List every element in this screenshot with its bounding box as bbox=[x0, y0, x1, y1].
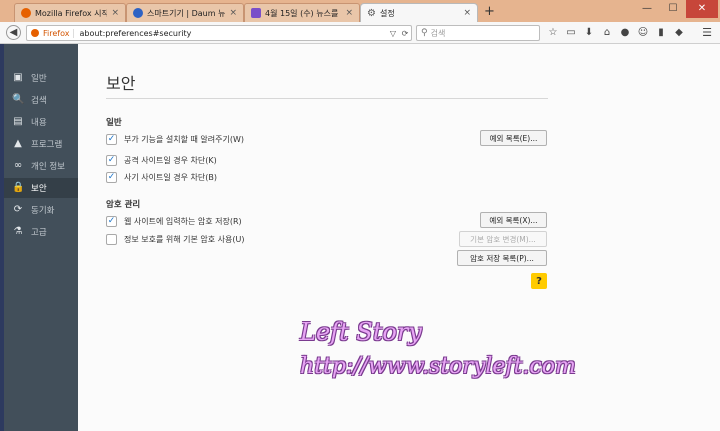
applications-icon: ▲ bbox=[14, 138, 22, 149]
watermark-title: Left Story bbox=[300, 318, 422, 346]
sidebar-item-security[interactable]: 🔒 보안 bbox=[4, 178, 78, 198]
smiley-icon[interactable]: ☺ bbox=[636, 26, 650, 40]
sync-icon: ⟳ bbox=[13, 204, 23, 215]
gear-icon: ⚙ bbox=[367, 7, 376, 19]
search-icon: 🔍 bbox=[12, 94, 25, 105]
option-label: 웹 사이트에 입력하는 암호 저장(R) bbox=[124, 217, 242, 226]
watermark: Left Story http://www.storyleft.com bbox=[300, 318, 640, 387]
option-addon-install-warning[interactable]: ✓ 부가 기능을 설치할 때 알려주기(W) bbox=[106, 133, 244, 146]
minimize-button[interactable]: — bbox=[634, 0, 660, 18]
page-title: 보안 bbox=[106, 74, 136, 93]
sidebar-item-label: 검색 bbox=[31, 96, 47, 106]
sidebar-top bbox=[4, 44, 78, 60]
daum-favicon-icon bbox=[133, 8, 143, 18]
tab-daum[interactable]: 스마트기기 | Daum 뉴리엔 × bbox=[126, 3, 244, 22]
option-label: 사기 사이트일 경우 차단(B) bbox=[124, 173, 217, 182]
url-bar[interactable]: Firefox about:preferences#security ▽ ⟳ bbox=[26, 25, 412, 41]
tab-news[interactable]: 4월 15일 (수) 뉴스를 다시... × bbox=[244, 3, 360, 22]
search-bar[interactable]: ⚲ 검색 bbox=[416, 25, 540, 41]
sidebar-item-label: 개인 정보 bbox=[31, 162, 65, 172]
chat-icon[interactable]: ● bbox=[618, 26, 632, 40]
clipboard-icon[interactable]: ▭ bbox=[564, 26, 578, 40]
news-favicon-icon bbox=[251, 8, 261, 18]
star-icon[interactable]: ☆ bbox=[546, 26, 560, 40]
sidebar-item-label: 내용 bbox=[31, 118, 47, 128]
checkbox-block-attack[interactable]: ✓ bbox=[106, 155, 117, 166]
close-icon[interactable]: × bbox=[345, 8, 353, 18]
close-icon[interactable]: × bbox=[111, 8, 119, 18]
passwords-section-heading: 암호 관리 bbox=[106, 200, 141, 210]
checkbox-block-forgery[interactable]: ✓ bbox=[106, 172, 117, 183]
sidebar-item-search[interactable]: 🔍 검색 bbox=[4, 90, 78, 110]
new-tab-button[interactable]: + bbox=[484, 5, 495, 18]
sidebar-item-advanced[interactable]: ⚗ 고급 bbox=[4, 222, 78, 242]
sidebar-item-label: 고급 bbox=[31, 228, 47, 238]
watermark-url: http://www.storyleft.com bbox=[300, 354, 576, 379]
sidebar-item-label: 일반 bbox=[31, 74, 47, 84]
privacy-mask-icon: ∞ bbox=[13, 160, 23, 171]
url-text[interactable]: about:preferences#security bbox=[79, 29, 387, 38]
checkbox-addon-warning[interactable]: ✓ bbox=[106, 134, 117, 145]
home-icon[interactable]: ⌂ bbox=[600, 26, 614, 40]
dropdown-arrow-icon[interactable]: ▽ bbox=[387, 29, 399, 38]
general-section-heading: 일반 bbox=[106, 118, 122, 128]
close-icon[interactable]: × bbox=[463, 8, 471, 18]
sidebar-item-general[interactable]: ▣ 일반 bbox=[4, 68, 78, 88]
firefox-logo-icon bbox=[31, 29, 39, 37]
passwords-exceptions-button[interactable]: 예외 목록(X)... bbox=[480, 212, 547, 228]
option-label: 정보 보호를 위해 기본 암호 사용(U) bbox=[124, 235, 245, 244]
option-label: 부가 기능을 설치할 때 알려주기(W) bbox=[124, 135, 245, 144]
close-window-button[interactable]: ✕ bbox=[686, 0, 718, 18]
tab-label: Mozilla Firefox 시작 페이지 bbox=[35, 8, 108, 18]
maximize-button[interactable]: ☐ bbox=[660, 0, 686, 18]
option-label: 공격 사이트일 경우 차단(K) bbox=[124, 156, 217, 165]
tab-firefox-start[interactable]: Mozilla Firefox 시작 페이지 × bbox=[14, 3, 126, 22]
preferences-sidebar: ▣ 일반 🔍 검색 ▤ 내용 ▲ 프로그램 ∞ 개인 정보 🔒 보안 ⟳ 동기화… bbox=[4, 60, 78, 431]
option-remember-passwords[interactable]: ✓ 웹 사이트에 입력하는 암호 저장(R) bbox=[106, 215, 242, 228]
battery-icon[interactable]: ▮ bbox=[654, 26, 668, 40]
shield-icon[interactable]: ◆ bbox=[672, 26, 686, 40]
sidebar-item-sync[interactable]: ⟳ 동기화 bbox=[4, 200, 78, 220]
identity-label[interactable]: Firefox bbox=[43, 28, 75, 38]
option-block-attack-sites[interactable]: ✓ 공격 사이트일 경우 차단(K) bbox=[106, 154, 217, 167]
navigation-bar: ◀ Firefox about:preferences#security ▽ ⟳… bbox=[0, 22, 720, 44]
help-button[interactable]: ? bbox=[531, 273, 547, 289]
tab-settings[interactable]: ⚙ 설정 × bbox=[360, 3, 478, 22]
sidebar-item-label: 동기화 bbox=[31, 206, 55, 216]
tab-label: 4월 15일 (수) 뉴스를 다시... bbox=[265, 8, 341, 18]
search-icon: ⚲ bbox=[421, 28, 428, 38]
title-divider bbox=[106, 98, 548, 99]
tab-label: 스마트기기 | Daum 뉴리엔 bbox=[147, 8, 226, 18]
sidebar-item-content[interactable]: ▤ 내용 bbox=[4, 112, 78, 132]
general-exceptions-button[interactable]: 예외 목록(E)... bbox=[480, 130, 547, 146]
general-icon: ▣ bbox=[13, 72, 23, 83]
sidebar-item-applications[interactable]: ▲ 프로그램 bbox=[4, 134, 78, 154]
option-block-forgeries[interactable]: ✓ 사기 사이트일 경우 차단(B) bbox=[106, 171, 217, 184]
menu-icon[interactable]: ☰ bbox=[700, 26, 714, 40]
saved-passwords-button[interactable]: 암호 저장 목록(P)... bbox=[457, 250, 547, 266]
option-master-password[interactable]: 정보 보호를 위해 기본 암호 사용(U) bbox=[106, 233, 245, 246]
sidebar-item-label: 보안 bbox=[31, 184, 47, 194]
checkbox-remember-passwords[interactable]: ✓ bbox=[106, 216, 117, 227]
reload-icon[interactable]: ⟳ bbox=[399, 29, 411, 38]
advanced-icon: ⚗ bbox=[13, 226, 23, 237]
change-master-password-button[interactable]: 기본 암호 변경(M)... bbox=[459, 231, 547, 247]
sidebar-item-privacy[interactable]: ∞ 개인 정보 bbox=[4, 156, 78, 176]
lock-icon: 🔒 bbox=[12, 182, 25, 193]
back-icon[interactable]: ◀ bbox=[6, 25, 21, 40]
firefox-favicon-icon bbox=[21, 8, 31, 18]
checkbox-master-password[interactable] bbox=[106, 234, 117, 245]
tab-strip: Mozilla Firefox 시작 페이지 × 스마트기기 | Daum 뉴리… bbox=[0, 0, 720, 22]
search-placeholder[interactable]: 검색 bbox=[431, 28, 446, 39]
content-icon: ▤ bbox=[13, 116, 23, 127]
sidebar-item-label: 프로그램 bbox=[31, 140, 63, 150]
tab-label: 설정 bbox=[379, 8, 395, 18]
download-icon[interactable]: ⬇ bbox=[582, 26, 596, 40]
close-icon[interactable]: × bbox=[229, 8, 237, 18]
